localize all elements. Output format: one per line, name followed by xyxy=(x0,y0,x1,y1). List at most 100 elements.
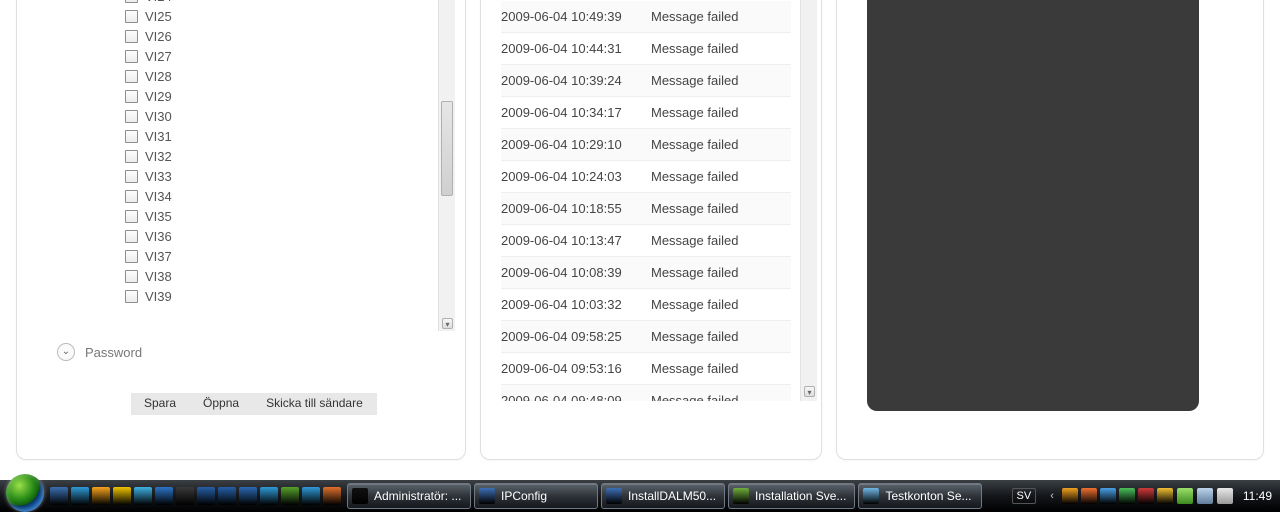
variable-checkbox[interactable] xyxy=(125,190,138,203)
variable-checklist: VI22VI23VI24VI25VI26VI27VI28VI29VI30VI31… xyxy=(125,0,435,331)
variable-label: VI38 xyxy=(145,269,172,284)
chevron-down-icon[interactable]: ⌄ xyxy=(57,343,75,361)
password-label: Password xyxy=(85,345,142,360)
language-indicator[interactable]: SV xyxy=(1012,488,1037,504)
variable-row: VI28 xyxy=(125,66,435,86)
windows-taskbar: Administratör: ...IPConfig InstallDALM50.… xyxy=(0,480,1280,512)
taskbar-window-icon xyxy=(606,488,622,504)
variable-checkbox[interactable] xyxy=(125,230,138,243)
event-message: Message failed xyxy=(651,9,738,24)
event-row[interactable]: 2009-06-04 10:03:32Message failed xyxy=(501,289,791,321)
scrollbar-down-arrow-icon[interactable]: ▾ xyxy=(804,386,815,397)
quick-launch-icon[interactable] xyxy=(260,487,278,505)
event-row[interactable]: 2009-06-04 10:34:17Message failed xyxy=(501,97,791,129)
tray-icon[interactable] xyxy=(1100,488,1116,504)
volume-icon[interactable] xyxy=(1217,488,1233,504)
variable-checkbox[interactable] xyxy=(125,290,138,303)
variable-row: VI25 xyxy=(125,6,435,26)
quick-launch-icon[interactable] xyxy=(113,487,131,505)
variable-label: VI37 xyxy=(145,249,172,264)
variable-row: VI26 xyxy=(125,26,435,46)
variable-checkbox[interactable] xyxy=(125,50,138,63)
event-row[interactable]: 2009-06-04 10:29:10Message failed xyxy=(501,129,791,161)
battery-icon[interactable] xyxy=(1177,488,1193,504)
event-message: Message failed xyxy=(651,297,738,312)
quick-launch-icon[interactable] xyxy=(323,487,341,505)
variable-checkbox[interactable] xyxy=(125,270,138,283)
variable-row: VI34 xyxy=(125,186,435,206)
start-button[interactable] xyxy=(6,474,44,512)
variable-label: VI36 xyxy=(145,229,172,244)
variable-checkbox[interactable] xyxy=(125,30,138,43)
event-row[interactable]: 2009-06-04 10:49:39Message failed xyxy=(501,1,791,33)
quick-launch-icon[interactable] xyxy=(302,487,320,505)
event-row[interactable]: 2009-06-04 09:53:16Message failed xyxy=(501,353,791,385)
tray-icon[interactable] xyxy=(1138,488,1154,504)
quick-launch-icon[interactable] xyxy=(281,487,299,505)
event-row[interactable]: 2009-06-04 09:48:09Message failed xyxy=(501,385,791,401)
network-icon[interactable] xyxy=(1197,488,1213,504)
action-button-bar: Spara Öppna Skicka till sändare xyxy=(131,393,377,415)
event-list-scrollbar[interactable]: ▾ xyxy=(800,0,817,401)
event-message: Message failed xyxy=(651,265,738,280)
variable-label: VI35 xyxy=(145,209,172,224)
quick-launch-icon[interactable] xyxy=(155,487,173,505)
variable-label: VI34 xyxy=(145,189,172,204)
event-row[interactable]: 2009-06-04 09:58:25Message failed xyxy=(501,321,791,353)
quick-launch-icon[interactable] xyxy=(50,487,68,505)
variable-checkbox[interactable] xyxy=(125,70,138,83)
quick-launch-icon[interactable] xyxy=(176,487,194,505)
variable-checkbox[interactable] xyxy=(125,110,138,123)
quick-launch-icon[interactable] xyxy=(71,487,89,505)
variable-checkbox[interactable] xyxy=(125,10,138,23)
variable-row: VI39 xyxy=(125,286,435,306)
tray-expand-icon[interactable]: ‹ xyxy=(1050,490,1054,502)
scrollbar-thumb[interactable] xyxy=(441,101,453,196)
event-list: 2009-06-04 10:49:39Message failed2009-06… xyxy=(501,0,791,401)
tray-icon[interactable] xyxy=(1157,488,1173,504)
event-row[interactable]: 2009-06-04 10:18:55Message failed xyxy=(501,193,791,225)
event-row[interactable]: 2009-06-04 10:24:03Message failed xyxy=(501,161,791,193)
quick-launch-icon[interactable] xyxy=(134,487,152,505)
tray-icon[interactable] xyxy=(1119,488,1135,504)
tray-icon[interactable] xyxy=(1081,488,1097,504)
variable-checkbox[interactable] xyxy=(125,0,138,3)
password-expander-row[interactable]: ⌄ Password xyxy=(57,343,142,361)
variable-checkbox[interactable] xyxy=(125,130,138,143)
save-button[interactable]: Spara xyxy=(131,393,190,415)
quick-launch-icon[interactable] xyxy=(197,487,215,505)
taskbar-window-button[interactable]: Administratör: ... xyxy=(347,483,471,509)
taskbar-window-button[interactable]: Installation Sve... xyxy=(728,483,855,509)
variable-list-scrollbar[interactable]: ▾ xyxy=(438,0,455,331)
variable-checkbox[interactable] xyxy=(125,210,138,223)
taskbar-window-icon xyxy=(733,488,749,504)
event-row[interactable]: 2009-06-04 10:08:39Message failed xyxy=(501,257,791,289)
event-message: Message failed xyxy=(651,201,738,216)
quick-launch-icon[interactable] xyxy=(218,487,236,505)
taskbar-window-button[interactable]: InstallDALM50... xyxy=(601,483,725,509)
taskbar-window-button[interactable]: IPConfig xyxy=(474,483,598,509)
event-row[interactable]: 2009-06-04 10:13:47Message failed xyxy=(501,225,791,257)
event-row[interactable]: 2009-06-04 10:44:31Message failed xyxy=(501,33,791,65)
event-message: Message failed xyxy=(651,393,738,401)
event-timestamp: 2009-06-04 10:34:17 xyxy=(501,105,651,120)
variable-checkbox[interactable] xyxy=(125,150,138,163)
quick-launch-icon[interactable] xyxy=(239,487,257,505)
variable-checkbox[interactable] xyxy=(125,90,138,103)
variable-row: VI33 xyxy=(125,166,435,186)
event-row[interactable]: 2009-06-04 10:39:24Message failed xyxy=(501,65,791,97)
taskbar-window-icon xyxy=(863,488,879,504)
taskbar-clock[interactable]: 11:49 xyxy=(1243,489,1272,503)
send-to-transmitter-button[interactable]: Skicka till sändare xyxy=(253,393,377,415)
variable-checkbox[interactable] xyxy=(125,170,138,183)
taskbar-window-button[interactable]: Testkonton Se... xyxy=(858,483,982,509)
system-tray: SV ‹ 11:49 xyxy=(1012,488,1280,504)
open-button[interactable]: Öppna xyxy=(190,393,253,415)
taskbar-items: Administratör: ...IPConfig InstallDALM50.… xyxy=(347,483,985,509)
tray-icon[interactable] xyxy=(1062,488,1078,504)
quick-launch-icon[interactable] xyxy=(92,487,110,505)
taskbar-window-label: InstallDALM50... xyxy=(628,489,716,503)
scrollbar-down-arrow-icon[interactable]: ▾ xyxy=(442,318,453,329)
event-timestamp: 2009-06-04 10:44:31 xyxy=(501,41,651,56)
variable-checkbox[interactable] xyxy=(125,250,138,263)
